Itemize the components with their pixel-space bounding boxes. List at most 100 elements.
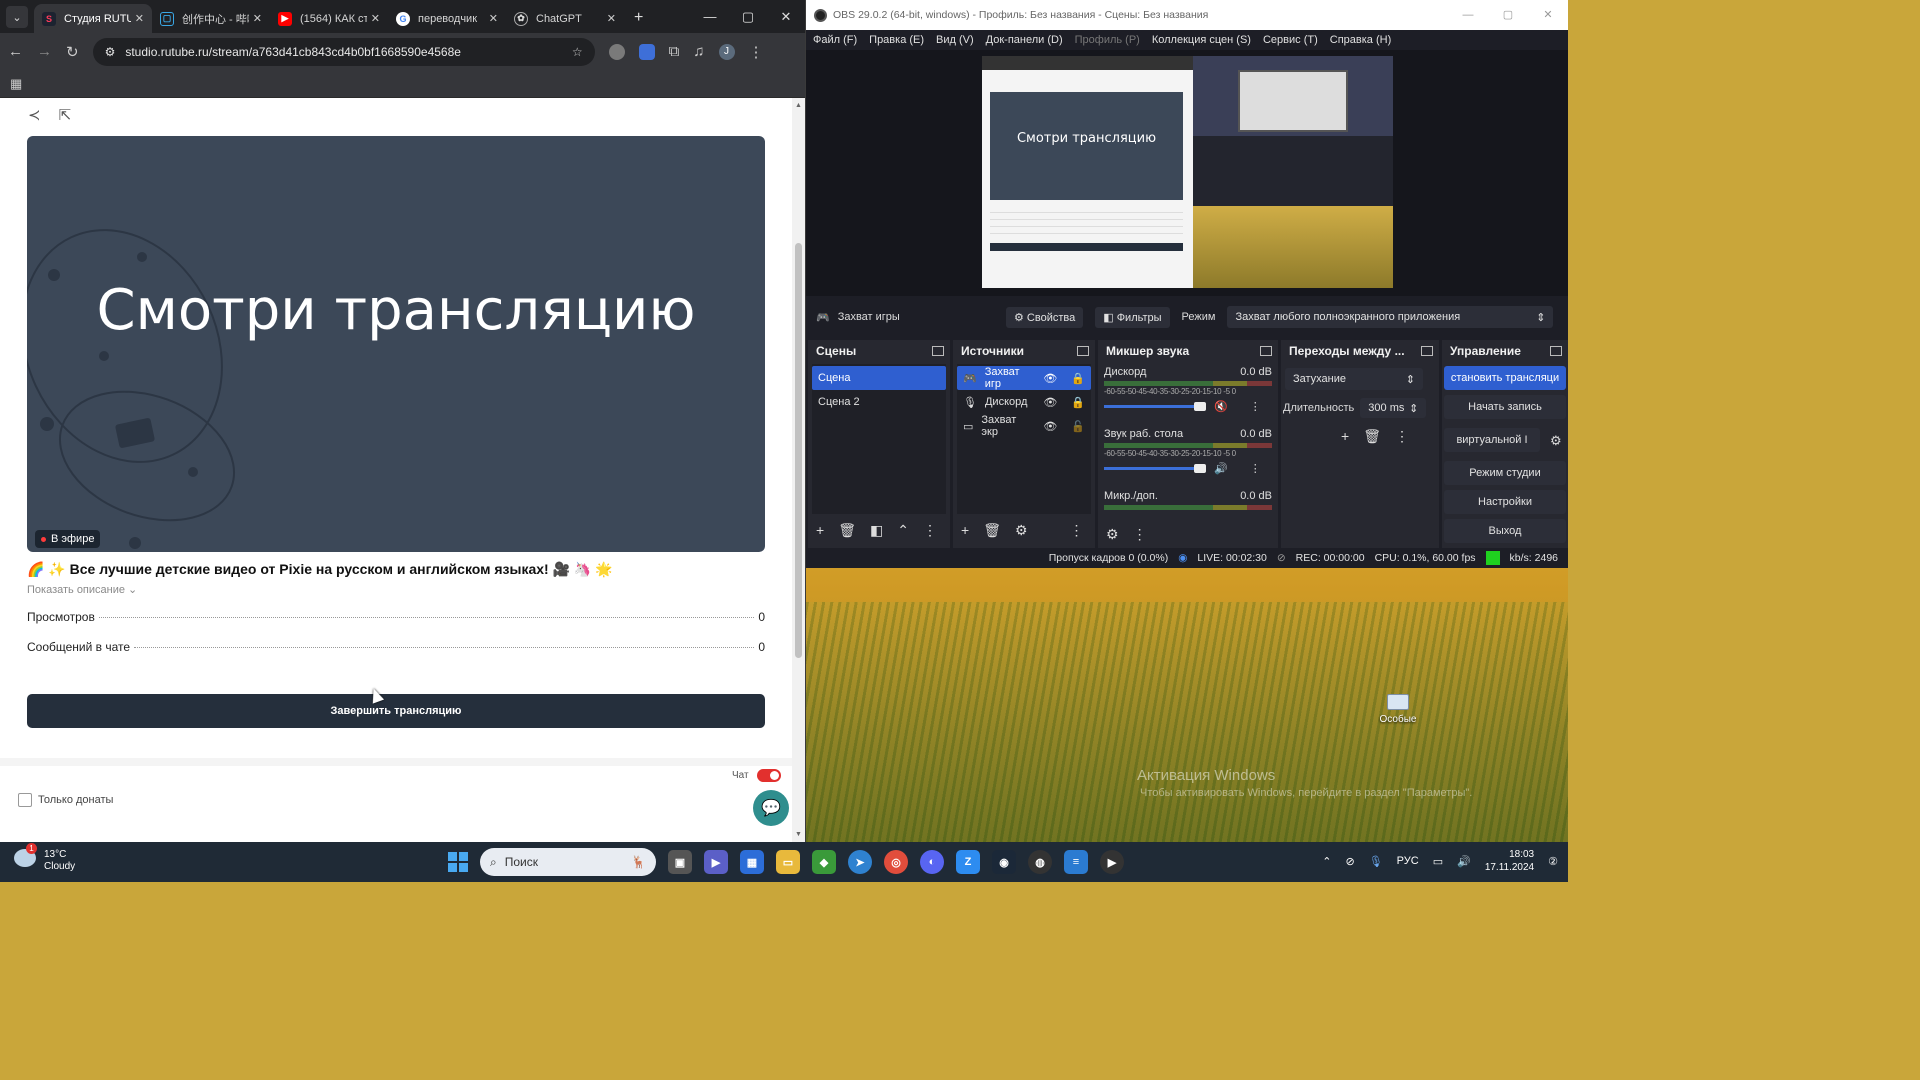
volume-slider[interactable] <box>1104 464 1206 473</box>
stop-streaming-button[interactable]: становить трансляци <box>1444 366 1566 390</box>
tab-google[interactable]: G переводчик ✕ <box>388 4 506 33</box>
zoom-icon[interactable]: Z <box>956 850 980 874</box>
chat-help-button[interactable]: 💬 <box>753 790 789 826</box>
menu-edit[interactable]: Правка (E) <box>869 34 924 46</box>
close-icon[interactable]: ✕ <box>253 12 262 25</box>
speaker-muted-icon[interactable]: 🔇 <box>1214 400 1228 413</box>
more-icon[interactable]: ⋮ <box>1133 526 1147 543</box>
share-icon[interactable]: ≺ <box>28 106 41 124</box>
site-info-icon[interactable]: ⚙ <box>105 45 116 59</box>
transition-select[interactable]: Затухание ⇕ <box>1285 368 1423 390</box>
lock-icon[interactable]: 🔓 <box>1071 420 1085 433</box>
windows-start-icon[interactable] <box>448 852 468 872</box>
menu-kebab-icon[interactable]: ⋮ <box>749 43 764 61</box>
undock-icon[interactable] <box>1550 346 1562 356</box>
menu-scene-collection[interactable]: Коллекция сцен (S) <box>1152 34 1251 46</box>
chat-switch[interactable] <box>756 769 781 782</box>
close-icon[interactable]: ✕ <box>607 12 616 25</box>
eye-icon[interactable]: 👁 <box>1043 420 1057 433</box>
discord-icon[interactable]: ◐ <box>920 850 944 874</box>
virtual-camera-button[interactable]: виртуальной I <box>1444 428 1540 452</box>
settings-button[interactable]: Настройки <box>1444 490 1566 514</box>
new-tab-button[interactable]: + <box>634 9 643 27</box>
eye-icon[interactable]: 👁 <box>1043 372 1057 385</box>
start-recording-button[interactable]: Начать запись <box>1444 395 1566 419</box>
filters-button[interactable]: ◧ Фильтры <box>1095 306 1170 328</box>
tab-chatgpt[interactable]: ✿ ChatGPT ✕ <box>506 4 624 33</box>
telegram-icon[interactable]: ➤ <box>848 850 872 874</box>
scroll-down-icon[interactable]: ▼ <box>795 831 802 838</box>
close-icon[interactable]: ✕ <box>135 12 144 25</box>
tab-rutube[interactable]: S Студия RUTUBE ✕ <box>34 4 152 33</box>
more-icon[interactable]: ⋮ <box>1250 462 1261 475</box>
weather-widget[interactable]: 13°CCloudy <box>14 843 75 873</box>
move-up-icon[interactable]: ⌃ <box>897 522 909 539</box>
more-icon[interactable]: ⋮ <box>1395 428 1409 445</box>
close-window-icon[interactable]: ✕ <box>1528 0 1568 30</box>
steam-icon[interactable]: ◉ <box>992 850 1016 874</box>
teams-icon[interactable]: ▶ <box>704 850 728 874</box>
profile-avatar[interactable]: J <box>718 43 735 60</box>
menu-tools[interactable]: Сервис (T) <box>1263 34 1318 46</box>
menu-docks[interactable]: Док-панели (D) <box>986 34 1063 46</box>
lock-icon[interactable]: 🔒 <box>1071 372 1085 385</box>
menu-help[interactable]: Справка (H) <box>1330 34 1391 46</box>
volume-icon[interactable]: 🔊 <box>1457 855 1471 868</box>
more-icon[interactable]: ⋮ <box>1070 522 1084 539</box>
reload-icon[interactable]: ↻ <box>66 43 79 61</box>
undock-icon[interactable] <box>1077 346 1089 356</box>
media-icon[interactable]: ♫ <box>693 43 704 60</box>
clock[interactable]: 18:03 17.11.2024 <box>1485 848 1534 874</box>
undock-icon[interactable] <box>932 346 944 356</box>
add-icon[interactable]: + <box>816 522 824 538</box>
notifications-icon[interactable]: ② <box>1548 855 1558 868</box>
speaker-icon[interactable]: 🔊 <box>1214 462 1228 475</box>
store-icon[interactable]: ▦ <box>740 850 764 874</box>
properties-button[interactable]: ⚙ Свойства <box>1006 306 1084 328</box>
bookmark-star-icon[interactable]: ☆ <box>572 45 583 59</box>
menu-file[interactable]: Файл (F) <box>813 34 857 46</box>
tab-search-icon[interactable]: ⌄ <box>6 6 28 28</box>
network-off-icon[interactable]: ⊘ <box>1345 855 1354 868</box>
microphone-icon[interactable]: 🎙 <box>1369 855 1383 868</box>
tab-youtube[interactable]: ▶ (1564) КАК ст ✕ <box>270 4 388 33</box>
advanced-audio-icon[interactable]: ⚙ <box>1106 526 1119 543</box>
menu-view[interactable]: Вид (V) <box>936 34 974 46</box>
source-item[interactable]: 🎮 Захват игр 👁 🔒 <box>957 366 1091 390</box>
external-link-icon[interactable]: ⇱ <box>59 106 72 124</box>
add-icon[interactable]: + <box>961 522 969 538</box>
lock-icon[interactable]: 🔒 <box>1071 396 1085 409</box>
undock-icon[interactable] <box>1421 346 1433 356</box>
end-stream-button[interactable]: Завершить трансляцию <box>27 694 765 728</box>
scene-item[interactable]: Сцена <box>812 366 946 390</box>
trash-icon[interactable]: 🗑 <box>838 522 856 539</box>
forward-icon[interactable]: → <box>37 43 52 60</box>
gear-icon[interactable]: ⚙ <box>1550 433 1562 449</box>
close-window-icon[interactable]: ✕ <box>767 0 805 33</box>
back-icon[interactable]: ← <box>8 43 23 60</box>
stream-preview[interactable]: Смотри трансляцию В эфире <box>27 136 765 552</box>
filter-icon[interactable]: ◧ <box>870 522 883 539</box>
close-icon[interactable]: ✕ <box>371 12 380 25</box>
scroll-up-icon[interactable]: ▲ <box>795 102 802 109</box>
obs-icon[interactable]: ◍ <box>1028 850 1052 874</box>
show-description-link[interactable]: Показать описание ⌄ <box>27 583 137 596</box>
more-icon[interactable]: ⋮ <box>1250 400 1261 413</box>
tab-bilibili[interactable]: ▢ 创作中心 - 哔哩 ✕ <box>152 4 270 33</box>
taskbar-search[interactable]: ⌕ Поиск 🦌 <box>480 848 656 876</box>
maximize-icon[interactable]: ▢ <box>1488 0 1528 30</box>
language-indicator[interactable]: РУС <box>1397 855 1419 867</box>
gear-icon[interactable]: ⚙ <box>1015 522 1028 539</box>
scrollbar-thumb[interactable] <box>795 243 802 658</box>
undock-icon[interactable] <box>1260 346 1272 356</box>
display-icon[interactable]: ▭ <box>1433 855 1443 868</box>
task-view-icon[interactable]: ▣ <box>668 850 692 874</box>
minecraft-icon[interactable]: ◆ <box>812 850 836 874</box>
address-bar[interactable]: ⚙ studio.rutube.ru/stream/a763d41cb843cd… <box>92 37 595 66</box>
capture-mode-select[interactable]: Захват любого полноэкранного приложения … <box>1227 306 1554 328</box>
page-scrollbar[interactable]: ▲ ▼ <box>792 98 805 842</box>
exit-button[interactable]: Выход <box>1444 519 1566 543</box>
chevron-up-icon[interactable]: ⌃ <box>1322 855 1331 868</box>
add-icon[interactable]: + <box>1341 428 1349 444</box>
donations-only-filter[interactable]: Только донаты <box>18 793 113 807</box>
